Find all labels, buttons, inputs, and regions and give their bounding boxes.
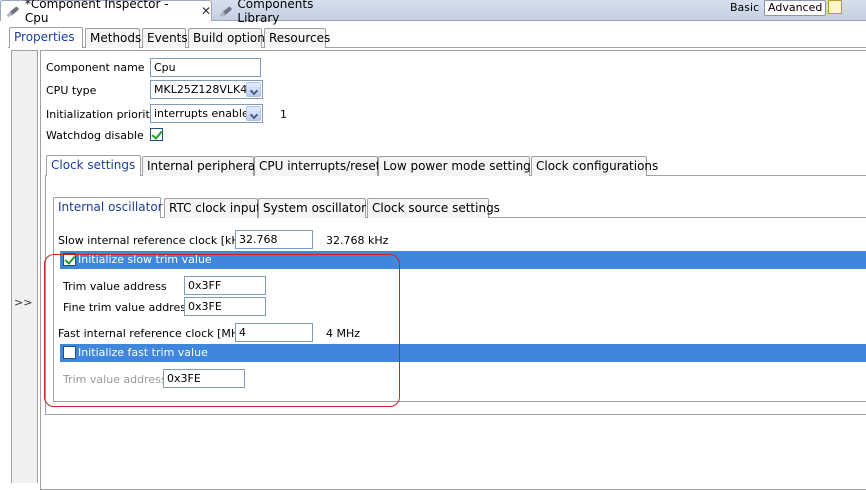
cpu-type-label: CPU type (46, 84, 97, 97)
basic-mode-link[interactable]: Basic (730, 1, 759, 14)
library-icon (220, 4, 233, 18)
component-icon (7, 4, 21, 18)
tab-internal-peripherals[interactable]: Internal peripherals (142, 156, 265, 176)
init-priority-number: 1 (280, 108, 287, 121)
tab-methods[interactable]: Methods (85, 28, 141, 48)
component-name-field[interactable]: Cpu (150, 58, 261, 77)
tab-properties[interactable]: Properties (9, 27, 83, 48)
close-icon[interactable]: ✕ (201, 4, 211, 18)
editor-tab-bar: *Component Inspector - Cpu ✕ Components … (0, 0, 866, 25)
slow-irc-label: Slow internal reference clock [kHz] (58, 234, 250, 247)
chevron-down-icon[interactable] (246, 82, 261, 97)
tab-events[interactable]: Events (142, 28, 188, 48)
editor-tab-label: *Component Inspector - Cpu (24, 0, 169, 25)
tab-clock-settings[interactable]: Clock settings (46, 155, 141, 176)
tab-system-oscillator[interactable]: System oscillator 0 (258, 198, 378, 218)
slow-irc-field[interactable]: 32.768 (235, 230, 313, 249)
cpu-type-select[interactable]: MKL25Z128VLK4 (150, 80, 263, 99)
tab-build-options[interactable]: Build options (188, 28, 271, 48)
watchdog-checkbox[interactable] (150, 128, 163, 141)
tab-cpu-interrupts[interactable]: CPU interrupts/resets (254, 156, 387, 176)
init-priority-select[interactable]: interrupts enabled (150, 104, 263, 123)
document-icon[interactable] (828, 0, 842, 14)
tab-clock-source-settings[interactable]: Clock source settings (367, 198, 500, 218)
chevron-down-icon[interactable] (246, 106, 261, 121)
expand-button[interactable]: >> (14, 296, 32, 309)
editor-tab-label: Components Library (237, 0, 314, 25)
component-name-label: Component name (46, 61, 145, 74)
editor-tab-component-inspector[interactable]: *Component Inspector - Cpu ✕ (0, 0, 212, 25)
tab-rtc-clock-input[interactable]: RTC clock input (164, 198, 261, 218)
watchdog-label: Watchdog disable (46, 129, 144, 142)
slow-irc-derived: 32.768 kHz (326, 234, 389, 247)
init-priority-value: interrupts enabled (154, 107, 256, 120)
editor-tab-components-library[interactable]: Components Library (214, 0, 354, 25)
cpu-type-value: MKL25Z128VLK4 (154, 83, 248, 96)
init-priority-label: Initialization priority (46, 108, 157, 121)
annotation-highlight (44, 254, 400, 407)
tab-clock-configurations[interactable]: Clock configurations (531, 156, 658, 176)
tab-resources[interactable]: Resources (264, 28, 330, 48)
collapsed-side-panel (11, 50, 38, 483)
tab-internal-oscillator[interactable]: Internal oscillator (53, 197, 163, 218)
tab-low-power-mode[interactable]: Low power mode settings (378, 156, 537, 176)
advanced-mode-button[interactable]: Advanced (764, 0, 827, 16)
